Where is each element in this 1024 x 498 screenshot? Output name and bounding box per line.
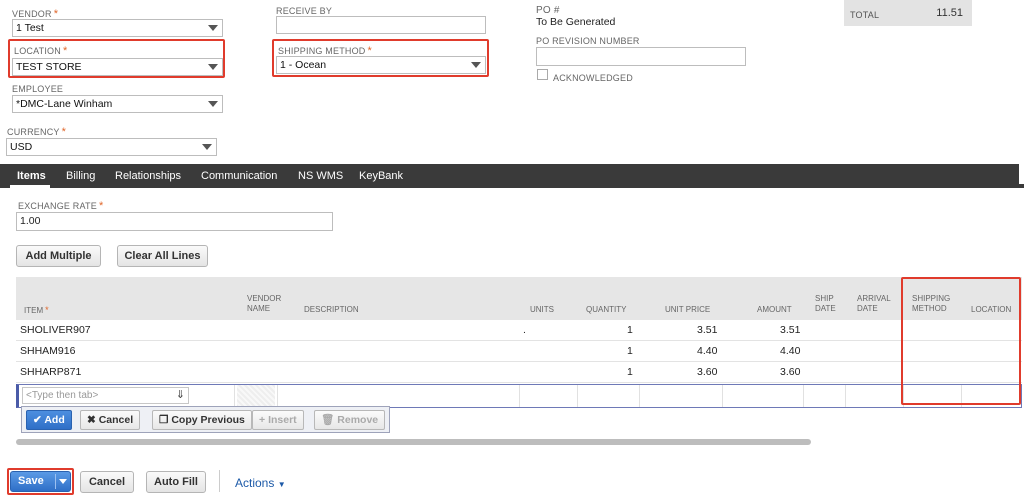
active-tab-indicator [10,185,50,188]
horizontal-scrollbar[interactable] [16,439,811,445]
trash-icon: 🗑 [321,414,335,426]
po-revision-label: PO REVISION NUMBER [536,36,640,46]
chevron-down-icon [208,25,218,31]
cell-divider [577,385,578,407]
split-divider [55,474,56,489]
cancel-button[interactable]: Cancel [80,471,134,493]
acknowledged-label: ACKNOWLEDGED [553,73,633,83]
cancel-line-button[interactable]: ✖ Cancel [80,410,141,430]
chevron-down-icon [208,64,218,70]
col-arrival-date: ARRIVAL DATE [857,294,891,313]
chevron-down-icon [208,101,218,107]
item-entry-input[interactable]: <Type then tab> ⇓ [22,387,189,404]
caret-down-icon: ▼ [277,480,286,489]
tab-ns-wms[interactable]: NS WMS [298,170,343,182]
auto-fill-button[interactable]: Auto Fill [146,471,206,493]
row-item: SHHAM916 [20,345,76,357]
columns-highlight [901,277,1021,405]
copy-previous-button[interactable]: ❐ Copy Previous [152,410,252,430]
table-row[interactable]: SHOLIVER907 . 1 3.51 3.51 [16,320,1022,341]
col-ship-date: SHIP DATE [815,294,836,313]
row-amount: 3.51 [780,324,801,336]
row-quantity: 1 [627,366,633,378]
add-line-button[interactable]: ✔ Add [26,410,72,430]
row-quantity: 1 [627,324,633,336]
cell-divider [803,385,804,407]
col-vendor-name: VENDOR NAME [247,294,282,313]
cell-divider [277,385,278,407]
row-item: SHHARP871 [20,366,82,378]
employee-label: EMPLOYEE [12,84,64,94]
row-unit-price: 3.60 [697,366,718,378]
chevron-down-icon [202,144,212,150]
currency-select[interactable]: USD [6,138,217,156]
currency-label: CURRENCY * [7,126,67,138]
vendor-select[interactable]: 1 Test [12,19,223,37]
po-number-value: To Be Generated [536,16,616,28]
exchange-rate-label: EXCHANGE RATE * [18,200,104,212]
line-entry-row[interactable]: <Type then tab> ⇓ [16,384,1022,408]
col-units: UNITS [530,305,554,314]
copy-icon: ❐ [159,414,169,426]
row-unit-price: 4.40 [697,345,718,357]
footer-divider [219,470,220,492]
save-button[interactable]: Save [10,471,71,492]
item-entry-placeholder: <Type then tab> [26,390,99,401]
col-description: DESCRIPTION [304,305,359,314]
table-row[interactable]: SHHAM916 1 4.40 4.40 [16,341,1022,362]
tab-communication[interactable]: Communication [201,170,277,182]
tab-items[interactable]: Items [17,170,46,182]
col-unit-price: UNIT PRICE [665,305,711,314]
row-amount: 3.60 [780,366,801,378]
col-amount: AMOUNT [757,305,792,314]
vendor-name-disabled-cell [237,385,275,407]
exchange-rate-field[interactable]: 1.00 [16,212,333,231]
tab-keybank[interactable]: KeyBank [359,170,403,182]
row-unit-price: 3.51 [697,324,718,336]
remove-button[interactable]: 🗑 Remove [314,410,386,430]
row-item: SHOLIVER907 [20,324,91,336]
col-quantity: QUANTITY [586,305,627,314]
receive-by-field[interactable] [276,16,486,34]
cell-divider [639,385,640,407]
total-value: 11.51 [936,7,963,19]
row-amount: 4.40 [780,345,801,357]
double-chevron-down-icon[interactable]: ⇓ [176,388,185,401]
chevron-down-icon [471,62,481,68]
row-units: . [523,324,526,336]
cell-divider [519,385,520,407]
chevron-down-icon[interactable] [59,479,67,484]
po-revision-field[interactable] [536,47,746,66]
clear-all-lines-button[interactable]: Clear All Lines [117,245,208,267]
tab-relationships[interactable]: Relationships [115,170,181,182]
tabbar-edge [1019,164,1024,184]
tab-billing[interactable]: Billing [66,170,95,182]
employee-select[interactable]: *DMC-Lane Winham [12,95,223,113]
receive-by-label: RECEIVE BY [276,6,333,16]
add-multiple-button[interactable]: Add Multiple [16,245,101,267]
cell-divider [845,385,846,407]
cell-divider [722,385,723,407]
po-number-label: PO # [536,5,560,16]
col-item: ITEM * [24,305,49,315]
table-row[interactable]: SHHARP871 1 3.60 3.60 [16,362,1022,383]
summary-total-box: TOTAL 11.51 [844,0,972,26]
row-quantity: 1 [627,345,633,357]
total-label: TOTAL [850,10,880,20]
location-select[interactable]: TEST STORE [12,58,223,76]
actions-menu[interactable]: Actions ▼ [235,476,286,490]
cell-divider [234,385,235,407]
shipping-method-select[interactable]: 1 - Ocean [276,56,486,74]
location-label: LOCATION * [14,45,68,57]
acknowledged-checkbox[interactable] [537,69,548,80]
insert-button[interactable]: + Insert [252,410,304,430]
